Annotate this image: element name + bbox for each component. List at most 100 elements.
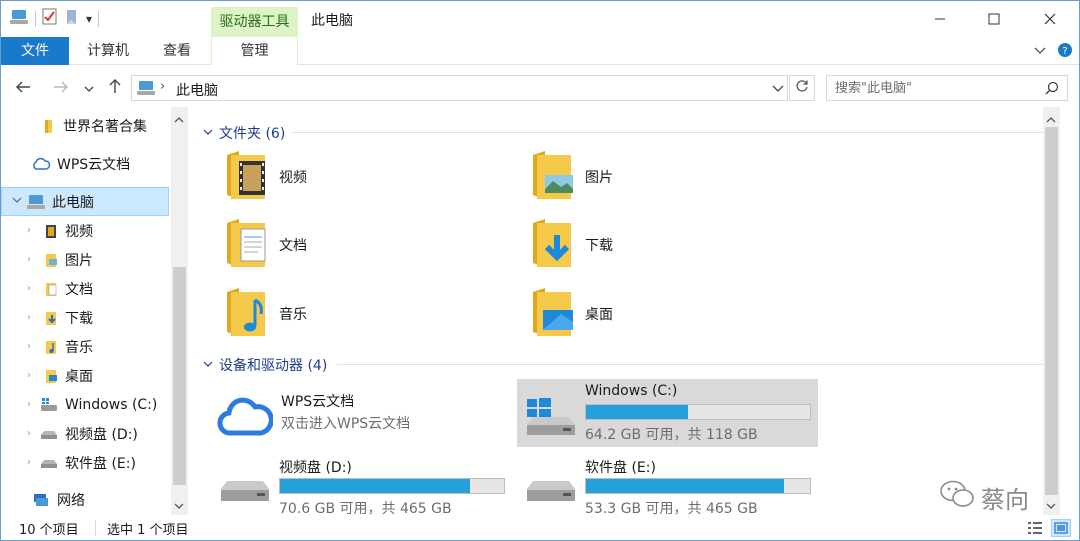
search-input[interactable] xyxy=(827,76,1027,100)
watermark-text: 蔡向 xyxy=(981,485,1029,514)
drive-usage-fill xyxy=(586,405,689,419)
chevron-right-icon[interactable]: › xyxy=(27,370,43,381)
nav-item-world-classics[interactable]: 世界名著合集 xyxy=(1,111,169,140)
search-box[interactable] xyxy=(826,75,1068,101)
this-pc-icon xyxy=(26,194,46,210)
chevron-right-icon[interactable]: › xyxy=(27,254,43,265)
address-dropdown-icon[interactable] xyxy=(772,83,784,98)
nav-item-pictures[interactable]: › 图片 xyxy=(1,245,169,274)
expand-ribbon-chevron-icon[interactable] xyxy=(1033,43,1047,61)
nav-item-videos[interactable]: › 视频 xyxy=(1,216,169,245)
nav-item-label: 视频 xyxy=(65,223,93,240)
large-icons-view-icon[interactable] xyxy=(1051,519,1071,537)
address-bar[interactable]: › 此电脑 xyxy=(131,75,788,101)
folder-item-music[interactable]: 音乐 xyxy=(225,282,525,346)
svg-text:?: ? xyxy=(1062,46,1067,57)
minimize-button[interactable] xyxy=(913,1,967,37)
navigation-bar: › 此电脑 xyxy=(1,71,1079,105)
drive-free-space: 64.2 GB 可用，共 118 GB xyxy=(585,427,758,443)
nav-item-desktop[interactable]: › 桌面 xyxy=(1,361,169,390)
chevron-right-icon[interactable]: › xyxy=(27,428,39,439)
back-arrow-icon xyxy=(15,79,31,98)
content-scrollbar[interactable] xyxy=(1043,107,1060,515)
folder-item-documents[interactable]: 文档 xyxy=(225,213,525,277)
nav-item-documents[interactable]: › 文档 xyxy=(1,274,169,303)
chevron-down-icon xyxy=(203,125,213,141)
chevron-right-icon[interactable]: › xyxy=(27,457,39,468)
chevron-right-icon[interactable]: › xyxy=(27,283,43,294)
wps-cloud-icon xyxy=(217,395,274,443)
help-icon[interactable]: ? xyxy=(1057,42,1073,62)
group-divider xyxy=(291,132,1051,133)
chevron-down-icon[interactable] xyxy=(12,195,26,208)
content-scroll-thumb[interactable] xyxy=(1045,127,1058,495)
folder-item-videos[interactable]: 视频 xyxy=(225,145,525,209)
windows-drive-icon xyxy=(523,395,577,443)
nav-item-video-drive-d[interactable]: › 视频盘 (D:) xyxy=(1,419,169,448)
tab-manage[interactable]: 管理 xyxy=(211,37,298,65)
up-button[interactable] xyxy=(103,75,127,101)
nav-item-downloads[interactable]: › 下载 xyxy=(1,303,169,332)
drive-item-software-e[interactable]: 软件盘 (E:) 53.3 GB 可用，共 465 GB xyxy=(517,453,818,521)
nav-pane-scroll-thumb[interactable] xyxy=(173,267,186,485)
status-bar: 10 个项目 选中 1 个项目 xyxy=(1,515,1079,541)
downloads-folder-icon xyxy=(531,217,575,273)
nav-item-label: 音乐 xyxy=(65,339,93,356)
explorer-window: ▾ 驱动器工具 此电脑 文件 计算机 查看 管理 ? › 此电脑 搜索"此电脑"… xyxy=(0,0,1080,541)
tab-computer[interactable]: 计算机 xyxy=(73,37,143,65)
drive-name: 视频盘 (D:) xyxy=(279,460,352,476)
folder-item-downloads[interactable]: 下载 xyxy=(531,213,831,277)
recent-locations-button[interactable] xyxy=(79,75,99,101)
device-item-wps-cloud[interactable]: WPS云文档 双击进入WPS云文档 xyxy=(213,387,509,455)
scroll-up-icon[interactable] xyxy=(1046,113,1056,128)
chevron-right-icon[interactable]: › xyxy=(27,341,43,352)
nav-item-network[interactable]: 网络 xyxy=(1,485,169,514)
nav-item-this-pc[interactable]: 此电脑 xyxy=(1,187,169,216)
hard-drive-icon xyxy=(39,455,59,471)
chevron-down-icon xyxy=(203,357,213,373)
breadcrumb-separator[interactable]: › xyxy=(160,79,165,94)
breadcrumb-this-pc[interactable]: 此电脑 xyxy=(176,80,218,100)
chevron-right-icon[interactable]: › xyxy=(27,399,39,410)
scroll-up-icon[interactable] xyxy=(174,113,184,128)
folder-item-desktop[interactable]: 桌面 xyxy=(531,282,831,346)
folder-label: 下载 xyxy=(585,238,613,254)
scroll-down-icon[interactable] xyxy=(1046,499,1056,514)
title-bar: ▾ 驱动器工具 此电脑 xyxy=(1,1,1079,37)
network-icon xyxy=(31,492,51,508)
search-icon[interactable] xyxy=(1045,81,1059,99)
cloud-icon xyxy=(31,156,51,172)
nav-pane-scrollbar[interactable] xyxy=(171,107,188,515)
folder-item-pictures[interactable]: 图片 xyxy=(531,145,831,209)
group-header-folders[interactable]: 文件夹 (6) xyxy=(203,123,285,143)
refresh-button[interactable] xyxy=(789,75,815,101)
group-header-devices[interactable]: 设备和驱动器 (4) xyxy=(203,355,327,375)
tab-view[interactable]: 查看 xyxy=(147,37,207,65)
drive-item-windows-c[interactable]: Windows (C:) 64.2 GB 可用，共 118 GB xyxy=(517,379,818,447)
qat-dropdown-icon[interactable]: ▾ xyxy=(86,12,92,26)
chevron-right-icon[interactable]: › xyxy=(27,225,43,236)
forward-button[interactable] xyxy=(49,75,73,101)
drive-usage-fill xyxy=(586,479,785,493)
close-button[interactable] xyxy=(1023,1,1077,37)
nav-item-music[interactable]: › 音乐 xyxy=(1,332,169,361)
drive-usage-bar xyxy=(585,404,811,420)
nav-item-software-drive-e[interactable]: › 软件盘 (E:) xyxy=(1,448,169,477)
details-view-icon[interactable] xyxy=(1027,520,1043,540)
tab-file[interactable]: 文件 xyxy=(1,37,69,65)
nav-item-label: 文档 xyxy=(65,281,93,298)
new-folder-icon[interactable] xyxy=(64,8,80,30)
properties-check-icon[interactable] xyxy=(42,8,58,30)
back-button[interactable] xyxy=(11,75,35,101)
selection-count: 选中 1 个项目 xyxy=(107,523,189,538)
chevron-right-icon[interactable]: › xyxy=(27,312,43,323)
scroll-down-icon[interactable] xyxy=(174,499,184,514)
folder-label: 音乐 xyxy=(279,307,307,323)
nav-item-wps-cloud[interactable]: WPS云文档 xyxy=(1,149,169,178)
ribbon-tabs: 文件 计算机 查看 管理 ? xyxy=(1,37,1079,65)
maximize-icon xyxy=(988,10,1000,29)
up-arrow-icon xyxy=(108,78,122,98)
nav-item-windows-c[interactable]: › Windows (C:) xyxy=(1,390,169,419)
drive-item-video-d[interactable]: 视频盘 (D:) 70.6 GB 可用，共 465 GB xyxy=(211,453,512,521)
maximize-button[interactable] xyxy=(967,1,1021,37)
